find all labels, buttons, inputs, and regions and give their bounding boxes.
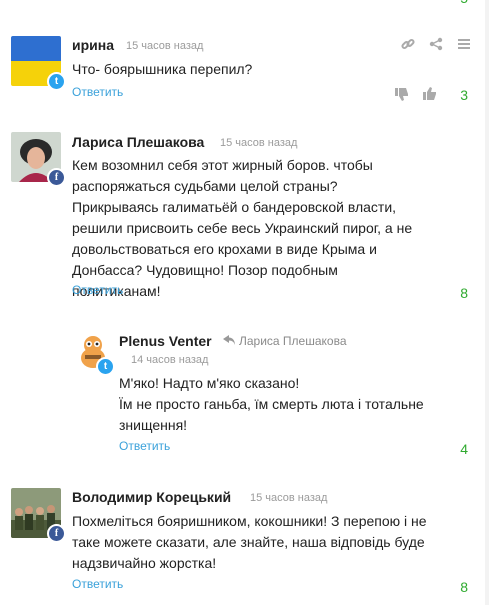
link-icon[interactable] [401, 37, 415, 51]
comment-time[interactable]: 15 часов назад [126, 40, 203, 52]
comment-text: Кем возомнил себя этот жирный боров. что… [72, 157, 413, 299]
comment-text: Похмеліться бояришником, кокошники! З пе… [72, 513, 427, 571]
facebook-badge-icon: f [47, 168, 66, 187]
share-icon[interactable] [429, 37, 443, 51]
reply-button[interactable]: Ответить [72, 85, 123, 99]
likes-count: 8 [460, 579, 468, 595]
thumbs-down-icon[interactable] [394, 86, 410, 102]
twitter-badge-icon: t [96, 357, 115, 376]
twitter-badge-icon: t [47, 72, 66, 91]
reply-button[interactable]: Ответить [119, 439, 170, 453]
reply-button[interactable]: Ответить [72, 577, 123, 591]
vote-controls [394, 86, 438, 102]
comment-time[interactable]: 15 часов назад [220, 137, 297, 149]
comment-text: Что- боярышника перепил? [72, 61, 253, 77]
comment-tools [401, 37, 471, 51]
likes-count: 4 [460, 441, 468, 457]
menu-icon[interactable] [457, 37, 471, 51]
likes-count: 3 [460, 87, 468, 103]
thumbs-up-icon[interactable] [422, 86, 438, 102]
reply-button[interactable]: Ответить [72, 283, 123, 297]
reply-to-author[interactable]: Лариса Плешакова [239, 334, 347, 348]
comment-irina: t ирина 15 часов назад Что- боярышника п… [0, 0, 489, 120]
comment-author[interactable]: Plenus Venter [119, 333, 212, 349]
comment-text-line: Їм не просто ганьба, їм смерть люта і то… [119, 396, 424, 433]
reply-arrow-icon [223, 335, 235, 345]
comment-author[interactable]: Володимир Корецький [72, 489, 231, 505]
comment-time[interactable]: 15 часов назад [250, 492, 327, 504]
facebook-badge-icon: f [47, 524, 66, 543]
comment-text-line: М'яко! Надто м'яко сказано! [119, 375, 300, 391]
likes-count: 8 [460, 285, 468, 301]
comment-author[interactable]: Лариса Плешакова [72, 134, 204, 150]
comment-time[interactable]: 14 часов назад [131, 354, 208, 366]
comment-text: М'яко! Надто м'яко сказано! Їм не просто… [119, 373, 424, 436]
comment-author[interactable]: ирина [72, 37, 114, 53]
